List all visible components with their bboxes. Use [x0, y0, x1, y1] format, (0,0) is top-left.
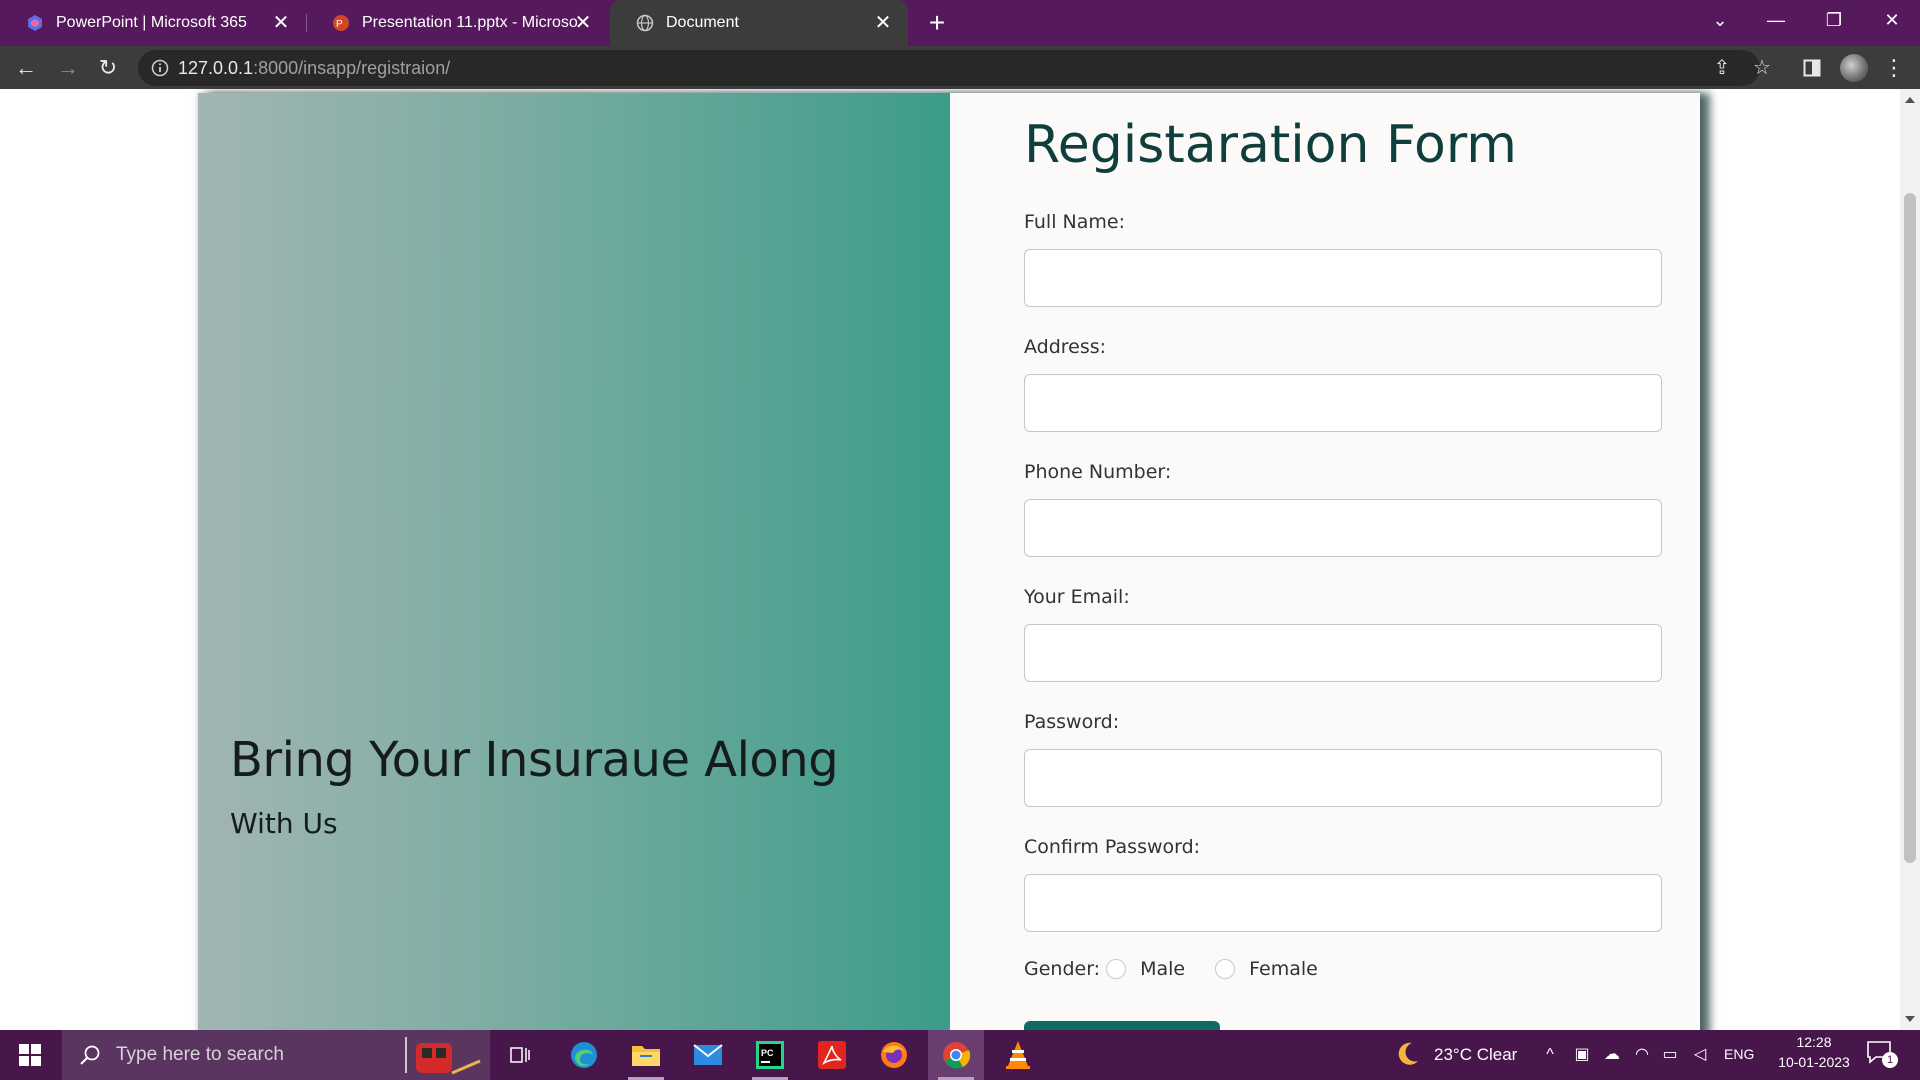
close-icon[interactable]: ✕ [872, 12, 894, 34]
gender-label: Gender: [1024, 958, 1101, 980]
url-path: :8000/insapp/registraion/ [253, 58, 451, 78]
language-indicator[interactable]: ENG [1724, 1046, 1754, 1062]
new-tab-button[interactable]: + [922, 8, 952, 38]
hero-subheadline: With Us [230, 807, 338, 840]
device-icon[interactable]: ▣ [1572, 1045, 1592, 1065]
notification-badge: 1 [1882, 1052, 1898, 1068]
tab-document[interactable]: Document ✕ [610, 0, 908, 46]
vlc-icon[interactable] [990, 1030, 1046, 1080]
phone-number-input[interactable] [1024, 499, 1662, 557]
edge-icon[interactable] [556, 1030, 612, 1080]
moon-weather-icon[interactable] [1394, 1041, 1420, 1067]
address-bar[interactable]: 127.0.0.1:8000/insapp/registraion/ ⇪ ☆ [138, 50, 1771, 86]
scrollbar-thumb[interactable] [1904, 193, 1916, 863]
mail-icon[interactable] [680, 1030, 736, 1080]
windows-logo-icon [19, 1044, 41, 1066]
firefox-icon[interactable] [866, 1030, 922, 1080]
url-text[interactable]: 127.0.0.1:8000/insapp/registraion/ [178, 58, 450, 79]
password-input[interactable] [1024, 749, 1662, 807]
tab-presentation[interactable]: P Presentation 11.pptx - Microsoft ✕ [306, 0, 608, 46]
search-highlight-train-icon [405, 1037, 481, 1075]
gender-male-radio[interactable] [1106, 959, 1127, 979]
globe-icon [636, 14, 654, 32]
clock-date: 10-01-2023 [1778, 1054, 1850, 1070]
svg-text:PC: PC [761, 1048, 774, 1058]
microsoft365-icon [28, 15, 42, 31]
file-explorer-icon[interactable] [618, 1030, 674, 1080]
svg-text:P: P [336, 19, 343, 30]
wifi-icon[interactable]: ◠ [1632, 1045, 1652, 1065]
tab-powerpoint-365[interactable]: PowerPoint | Microsoft 365 ✕ [0, 0, 306, 46]
tab-label: PowerPoint | Microsoft 365 [56, 14, 247, 31]
scroll-up-icon[interactable] [1905, 97, 1915, 103]
tab-search-chevron-icon[interactable]: ⌄ [1692, 0, 1748, 40]
password-label: Password: [1024, 711, 1120, 733]
gender-row: Gender: Male Female [1024, 958, 1318, 980]
gender-male-label[interactable]: Male [1140, 958, 1185, 980]
scroll-down-icon[interactable] [1905, 1016, 1915, 1022]
hero-panel: Bring Your Insuraue Along With Us [198, 93, 950, 1030]
confirm-password-input[interactable] [1024, 874, 1662, 932]
close-window-button[interactable]: ✕ [1864, 0, 1920, 40]
search-placeholder: Type here to search [116, 1044, 284, 1065]
search-icon [80, 1045, 100, 1065]
battery-icon[interactable]: ▭ [1660, 1045, 1680, 1065]
bookmark-star-icon[interactable]: ☆ [1750, 56, 1774, 80]
address-label: Address: [1024, 336, 1107, 358]
back-arrow-icon[interactable]: ← [10, 52, 42, 84]
email-input[interactable] [1024, 624, 1662, 682]
hero-headline: Bring Your Insuraue Along [230, 732, 839, 788]
page-viewport: Bring Your Insuraue Along With Us Regist… [0, 89, 1900, 1030]
powerpoint-icon: P [333, 15, 349, 31]
windows-taskbar: Type here to search PC 23°C Clear ^ ▣ ☁ [0, 1030, 1920, 1080]
start-button[interactable] [0, 1030, 60, 1080]
phone-number-label: Phone Number: [1024, 461, 1172, 483]
full-name-input[interactable] [1024, 249, 1662, 307]
acrobat-icon[interactable] [804, 1030, 860, 1080]
onedrive-icon[interactable]: ☁ [1602, 1045, 1622, 1065]
pycharm-icon[interactable]: PC [742, 1030, 798, 1080]
submit-button[interactable] [1024, 1021, 1220, 1030]
close-icon[interactable]: ✕ [270, 12, 292, 34]
page-scrollbar[interactable] [1900, 89, 1920, 1030]
email-label: Your Email: [1024, 586, 1130, 608]
notification-center-button[interactable]: 1 [1866, 1040, 1900, 1070]
url-host: 127.0.0.1 [178, 58, 254, 78]
gender-female-radio[interactable] [1215, 959, 1236, 979]
clock[interactable]: 12:28 10-01-2023 [1768, 1034, 1860, 1070]
info-icon[interactable] [150, 58, 170, 78]
share-icon[interactable]: ⇪ [1710, 56, 1734, 80]
profile-avatar[interactable] [1840, 54, 1868, 82]
browser-title-bar: PowerPoint | Microsoft 365 ✕ P Presentat… [0, 0, 1920, 46]
volume-icon[interactable]: ◁ [1690, 1045, 1710, 1065]
clock-time: 12:28 [1796, 1034, 1832, 1050]
registration-card: Bring Your Insuraue Along With Us Regist… [198, 93, 1700, 1030]
registration-form: Registaration Form Full Name: Address: P… [950, 93, 1700, 1030]
menu-kebab-icon[interactable]: ⋮ [1878, 52, 1910, 84]
browser-toolbar: ← → ↻ 127.0.0.1:8000/insapp/registraion/… [0, 46, 1920, 89]
weather-text[interactable]: 23°C Clear [1434, 1045, 1517, 1065]
task-view-icon[interactable] [492, 1030, 548, 1080]
reload-icon[interactable]: ↻ [92, 52, 124, 84]
taskbar-search-box[interactable]: Type here to search [62, 1030, 490, 1080]
forward-arrow-icon[interactable]: → [52, 52, 84, 84]
form-title: Registaration Form [1024, 115, 1517, 175]
address-input[interactable] [1024, 374, 1662, 432]
full-name-label: Full Name: [1024, 211, 1125, 233]
minimize-button[interactable]: — [1748, 0, 1804, 40]
side-panel-icon[interactable] [1796, 52, 1828, 84]
tab-label: Document [666, 14, 739, 31]
confirm-password-label: Confirm Password: [1024, 836, 1201, 858]
chrome-icon[interactable] [928, 1030, 984, 1080]
close-icon[interactable]: ✕ [572, 12, 594, 34]
restore-button[interactable]: ❐ [1806, 0, 1862, 40]
gender-female-label[interactable]: Female [1249, 958, 1318, 980]
chevron-up-icon[interactable]: ^ [1540, 1045, 1560, 1065]
tab-label: Presentation 11.pptx - Microsoft [362, 14, 578, 31]
